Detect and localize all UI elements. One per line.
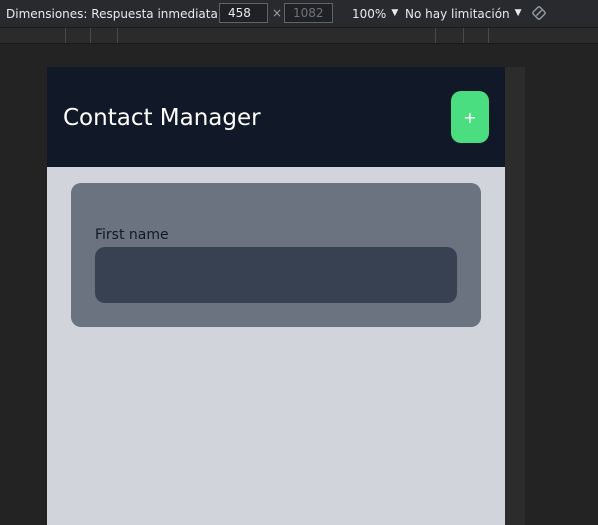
throttle-dropdown[interactable]: No hay limitación ▼ <box>405 0 522 27</box>
width-input[interactable]: 458 <box>219 3 268 23</box>
add-contact-button[interactable]: + <box>451 91 489 143</box>
zoom-dropdown[interactable]: 100% ▼ <box>352 0 398 27</box>
ruler-tick <box>117 28 118 43</box>
ruler-tick <box>65 28 66 43</box>
ruler-tick <box>435 28 436 43</box>
chevron-down-icon: ▼ <box>514 7 522 18</box>
height-input[interactable]: 1082 <box>284 3 333 23</box>
contact-form-card: First name <box>71 183 481 327</box>
throttle-label: No hay limitación <box>405 6 510 21</box>
app-title: Contact Manager <box>63 105 261 131</box>
dimensions-dropdown[interactable]: Dimensiones: Respuesta inmediata ▼ <box>6 0 230 27</box>
media-query-ruler <box>0 27 598 44</box>
dimensions-label: Dimensiones: Respuesta inmediata <box>6 6 218 21</box>
times-symbol: × <box>272 6 283 20</box>
chevron-down-icon: ▼ <box>391 7 399 18</box>
device-viewport: Contact Manager + First name <box>47 67 505 525</box>
device-toolbar: Dimensiones: Respuesta inmediata ▼ 458 ×… <box>0 0 598 27</box>
rotate-icon[interactable] <box>531 5 547 21</box>
app-header: Contact Manager + <box>47 67 505 167</box>
first-name-input[interactable] <box>95 247 457 303</box>
ruler-tick <box>463 28 464 43</box>
zoom-label: 100% <box>352 6 387 21</box>
ruler-tick <box>488 28 489 43</box>
viewport-scrollbar[interactable] <box>505 67 525 525</box>
first-name-label: First name <box>95 227 169 243</box>
ruler-tick <box>90 28 91 43</box>
